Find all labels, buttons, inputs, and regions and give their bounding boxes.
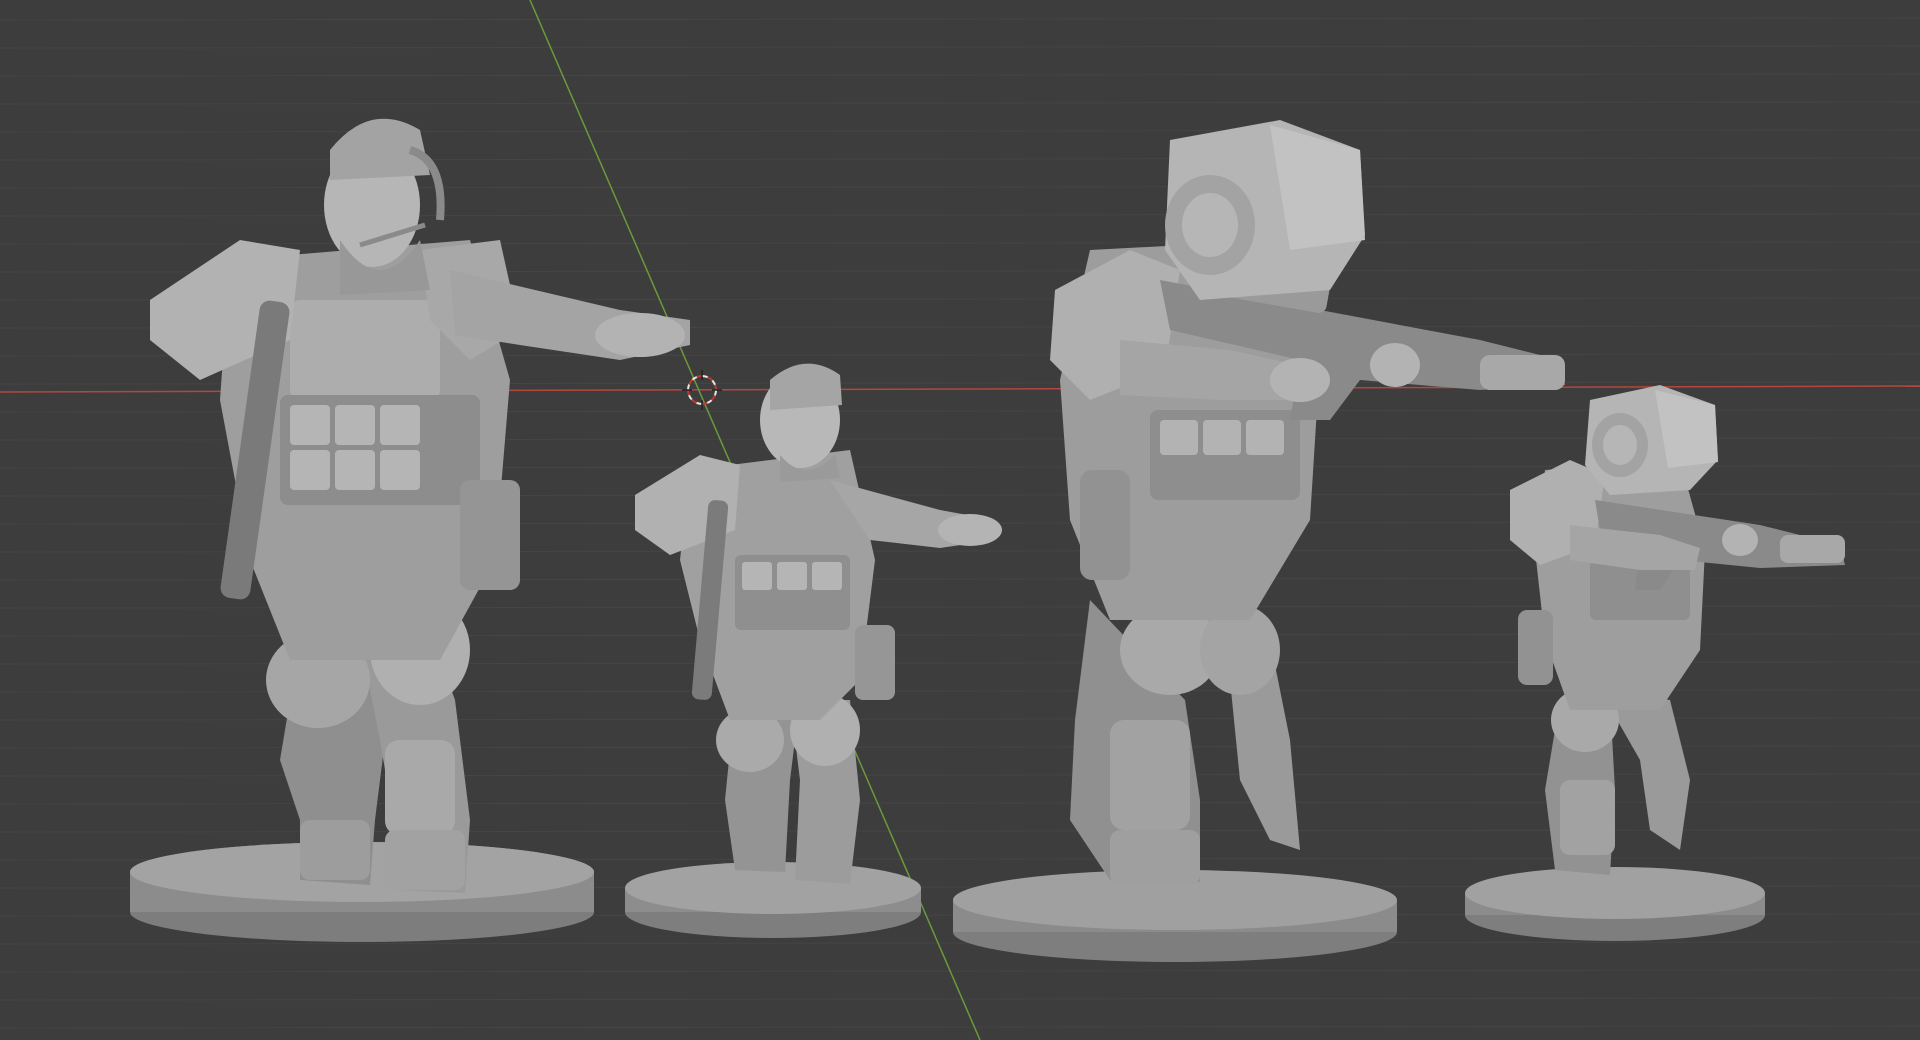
grid-line [0,241,1920,245]
grid-line [0,101,1920,105]
grid-line [0,1025,1920,1029]
grid-line [0,997,1920,1001]
soldier-miniature-small-rifle[interactable] [1465,385,1845,941]
soldier-miniature-female-pointing[interactable] [130,118,690,942]
grid-line [0,801,1920,805]
grid-line [0,157,1920,161]
grid-line [0,941,1920,945]
grid-line [0,969,1920,973]
soldier-miniature-small-pointing[interactable] [625,363,1002,938]
grid-line [0,45,1920,49]
grid-line [0,185,1920,189]
grid-line [0,829,1920,833]
soldier-miniature-helmet-rifle[interactable] [953,120,1565,962]
grid-line [0,213,1920,217]
viewport-canvas[interactable] [0,0,1920,1040]
grid-line [0,73,1920,77]
grid-line [0,17,1920,21]
grid-line [0,129,1920,133]
3d-viewport[interactable] [0,0,1920,1040]
